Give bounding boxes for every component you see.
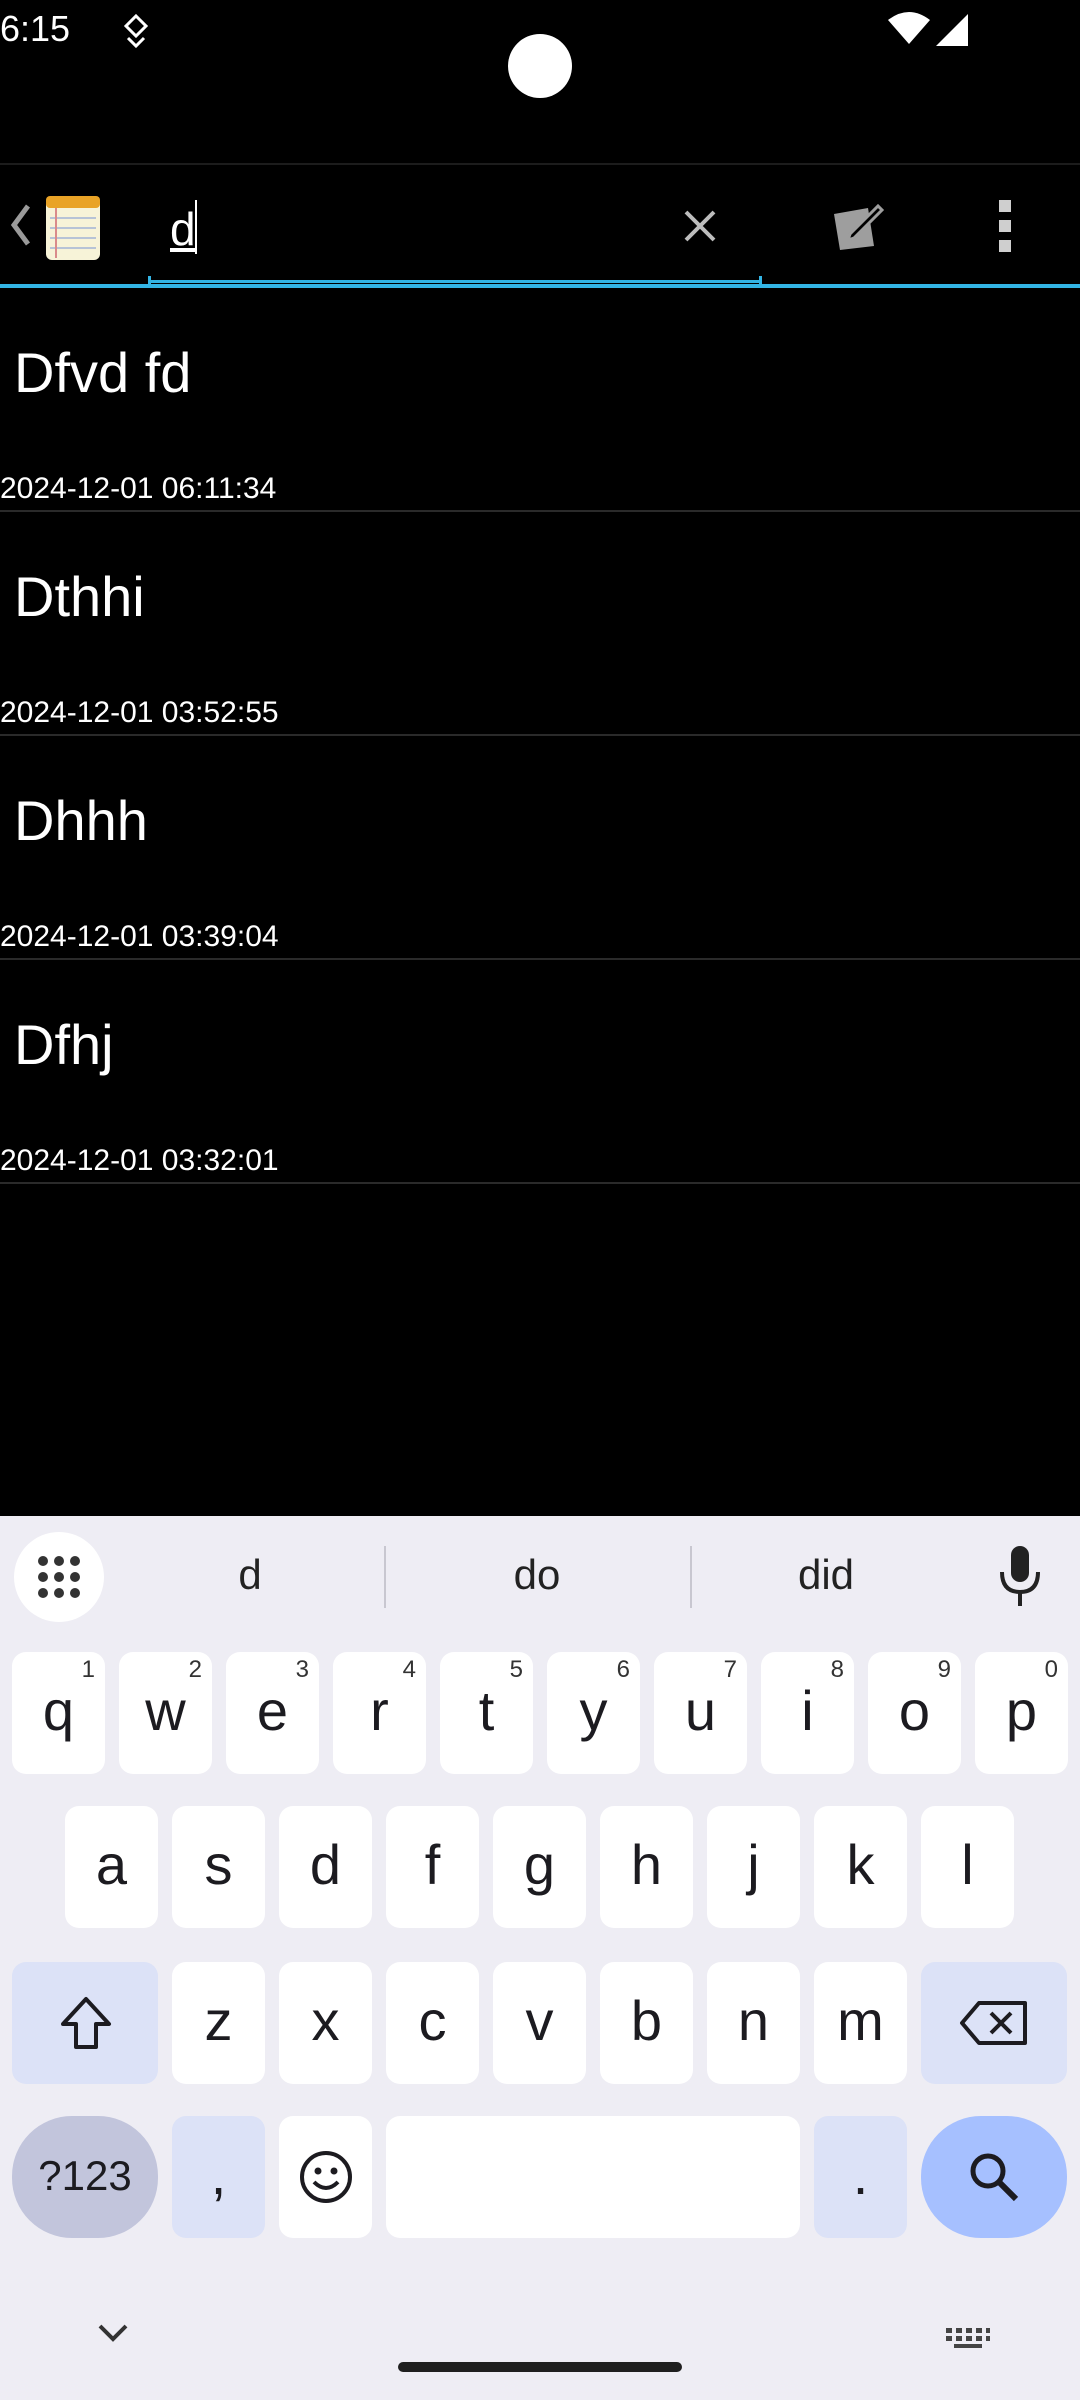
notes-list: Dfvd fd 2024-12-01 06:11:34 Dthhi 2024-1… <box>0 288 1080 1184</box>
suggestion-item[interactable]: did <box>696 1538 956 1612</box>
note-title: Dhhh <box>14 789 148 852</box>
key-k[interactable]: k <box>814 1806 907 1928</box>
backspace-key[interactable] <box>921 1962 1067 2084</box>
key-o[interactable]: 9o <box>868 1652 961 1774</box>
key-d[interactable]: d <box>279 1806 372 1928</box>
camera-cutout <box>508 34 572 98</box>
key-r[interactable]: 4r <box>333 1652 426 1774</box>
key-x[interactable]: x <box>279 1962 372 2084</box>
note-date: 2024-12-01 03:52:55 <box>0 696 279 729</box>
note-title: Dfhj <box>14 1013 114 1076</box>
key-l[interactable]: l <box>921 1806 1014 1928</box>
key-v[interactable]: v <box>493 1962 586 2084</box>
key-q[interactable]: 1q <box>12 1652 105 1774</box>
chevron-down-icon[interactable] <box>96 2320 130 2344</box>
more-options-icon[interactable] <box>996 198 1014 254</box>
note-list-item[interactable]: Dthhi 2024-12-01 03:52:55 <box>0 512 1080 736</box>
wifi-icon <box>888 12 930 44</box>
new-note-icon[interactable] <box>828 200 884 252</box>
search-underline-tick <box>148 276 151 284</box>
symbols-key[interactable]: ?123 <box>12 2116 158 2238</box>
clear-search-icon[interactable] <box>682 208 718 244</box>
note-date: 2024-12-01 03:39:04 <box>0 920 279 953</box>
keyboard-menu-button[interactable] <box>14 1532 104 1622</box>
suggestion-item[interactable]: do <box>400 1538 674 1612</box>
emoji-icon <box>300 2151 352 2203</box>
note-date: 2024-12-01 03:32:01 <box>0 1144 279 1177</box>
back-caret-icon[interactable] <box>8 200 32 250</box>
note-list-item[interactable]: Dfhj 2024-12-01 03:32:01 <box>0 960 1080 1184</box>
notepad-app-icon[interactable] <box>44 192 102 262</box>
search-underline-tick <box>759 276 762 284</box>
keyboard-switch-icon[interactable] <box>944 2326 992 2350</box>
suggestion-divider <box>690 1546 692 1608</box>
note-list-item[interactable]: Dhhh 2024-12-01 03:39:04 <box>0 736 1080 960</box>
search-input[interactable] <box>170 194 670 264</box>
key-m[interactable]: m <box>814 1962 907 2084</box>
key-j[interactable]: j <box>707 1806 800 1928</box>
status-time: 6:15 <box>0 8 71 49</box>
search-key[interactable] <box>921 2116 1067 2238</box>
text-cursor <box>195 200 197 254</box>
note-title: Dthhi <box>14 565 145 628</box>
note-list-item[interactable]: Dfvd fd 2024-12-01 06:11:34 <box>0 288 1080 512</box>
key-s[interactable]: s <box>172 1806 265 1928</box>
note-title: Dfvd fd <box>14 341 192 404</box>
note-date: 2024-12-01 06:11:34 <box>0 472 277 505</box>
signal-icon <box>936 14 968 46</box>
key-y[interactable]: 6y <box>547 1652 640 1774</box>
search-icon <box>970 2153 1019 2202</box>
key-f[interactable]: f <box>386 1806 479 1928</box>
key-b[interactable]: b <box>600 1962 693 2084</box>
apps-grid-icon <box>38 1556 80 1598</box>
search-underline <box>148 280 762 283</box>
suggestion-divider <box>384 1546 386 1608</box>
key-g[interactable]: g <box>493 1806 586 1928</box>
suggestion-item[interactable]: d <box>120 1538 380 1612</box>
key-i[interactable]: 8i <box>761 1652 854 1774</box>
backspace-icon <box>960 2001 1027 2045</box>
shift-key[interactable] <box>12 1962 158 2084</box>
key-z[interactable]: z <box>172 1962 265 2084</box>
data-saver-icon <box>123 14 149 49</box>
period-key[interactable]: . <box>814 2116 907 2238</box>
emoji-key[interactable] <box>279 2116 372 2238</box>
microphone-icon[interactable] <box>996 1544 1044 1608</box>
actionbar-divider <box>0 163 1080 165</box>
key-h[interactable]: h <box>600 1806 693 1928</box>
key-p[interactable]: 0p <box>975 1652 1068 1774</box>
shift-icon <box>61 1997 111 2049</box>
key-t[interactable]: 5t <box>440 1652 533 1774</box>
comma-key[interactable]: , <box>172 2116 265 2238</box>
space-key[interactable] <box>386 2116 800 2238</box>
key-w[interactable]: 2w <box>119 1652 212 1774</box>
key-u[interactable]: 7u <box>654 1652 747 1774</box>
home-indicator[interactable] <box>398 2362 682 2372</box>
key-c[interactable]: c <box>386 1962 479 2084</box>
key-e[interactable]: 3e <box>226 1652 319 1774</box>
key-n[interactable]: n <box>707 1962 800 2084</box>
soft-keyboard: d do did 1q 2w 3e 4r 5t 6y 7u 8i 9o 0p a… <box>0 1516 1080 2400</box>
key-a[interactable]: a <box>65 1806 158 1928</box>
